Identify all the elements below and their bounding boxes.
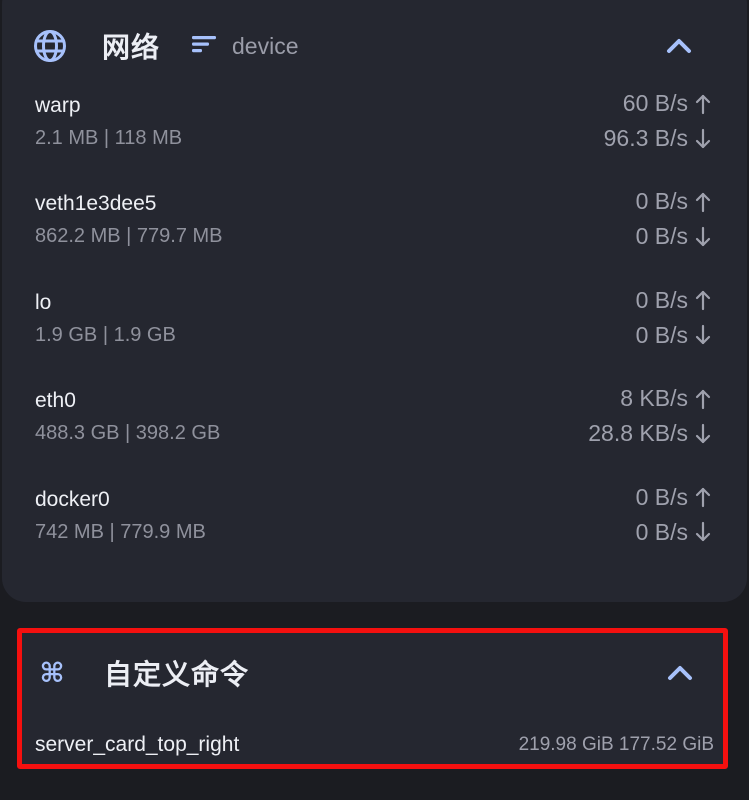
interface-name: docker0	[35, 487, 110, 511]
arrow-down-icon	[695, 226, 711, 246]
interface-row: eth0 488.3 GB | 398.2 GB 8 KB/s 28.8 KB/…	[35, 385, 712, 483]
download-speed: 0 B/s	[636, 322, 712, 349]
custom-command-card: ⌘ 自定义命令 server_card_top_right 219.98 GiB…	[17, 628, 728, 769]
arrow-down-icon	[695, 128, 711, 148]
interface-row: lo 1.9 GB | 1.9 GB 0 B/s 0 B/s	[35, 287, 712, 385]
upload-speed-value: 0 B/s	[635, 188, 688, 215]
arrow-down-icon	[695, 521, 711, 542]
interface-name: warp	[35, 94, 81, 117]
upload-speed-value: 60 B/s	[622, 90, 688, 116]
chevron-up-icon	[668, 666, 692, 680]
upload-speed: 0 B/s	[636, 484, 712, 511]
download-speed-value: 28.8 KB/s	[588, 420, 688, 447]
upload-speed-value: 8 KB/s	[620, 385, 688, 412]
interface-name: lo	[35, 290, 52, 314]
interface-total: 1.9 GB | 1.9 GB	[35, 323, 176, 346]
network-card-header[interactable]: 网络 device	[2, 16, 747, 76]
custom-command-collapse-button[interactable]	[662, 655, 698, 691]
server-detail-page: 网络 device warp 2.1 MB | 118 MB 60 B/s 96…	[0, 0, 749, 800]
sort-icon	[190, 33, 218, 60]
upload-speed-value: 0 B/s	[635, 286, 688, 313]
sort-label: device	[232, 32, 299, 59]
interface-total: 488.3 GB | 398.2 GB	[35, 422, 221, 445]
upload-speed: 0 B/s	[636, 287, 712, 314]
interface-total: 2.1 MB | 118 MB	[35, 127, 183, 149]
upload-speed-value: 0 B/s	[635, 483, 688, 510]
download-speed: 28.8 KB/s	[588, 420, 712, 447]
network-title: 网络	[102, 31, 161, 64]
globe-icon	[32, 28, 68, 64]
sort-button[interactable]: device	[190, 33, 298, 60]
download-speed-value: 0 B/s	[635, 223, 688, 250]
custom-command-header[interactable]: ⌘ 自定义命令	[22, 643, 723, 703]
command-key-icon: ⌘	[39, 657, 65, 689]
download-speed-value: 0 B/s	[635, 321, 688, 348]
download-speed: 0 B/s	[636, 223, 712, 250]
arrow-up-icon	[695, 94, 711, 114]
custom-command-title: 自定义命令	[104, 658, 250, 691]
custom-command-value: 219.98 GiB 177.52 GiB	[518, 734, 714, 755]
interface-row: warp 2.1 MB | 118 MB 60 B/s 96.3 B/s	[35, 90, 712, 188]
network-card: 网络 device warp 2.1 MB | 118 MB 60 B/s 96…	[2, 0, 747, 602]
interface-name: veth1e3dee5	[35, 192, 157, 216]
download-speed-value: 0 B/s	[635, 518, 688, 545]
interface-row: veth1e3dee5 862.2 MB | 779.7 MB 0 B/s 0 …	[35, 188, 712, 286]
arrow-up-icon	[695, 291, 711, 311]
interface-row: docker0 742 MB | 779.9 MB 0 B/s 0 B/s	[35, 484, 712, 582]
arrow-down-icon	[695, 325, 711, 345]
upload-speed: 60 B/s	[623, 90, 712, 117]
upload-speed: 0 B/s	[636, 188, 712, 215]
download-speed: 0 B/s	[636, 519, 712, 546]
custom-command-name: server_card_top_right	[35, 733, 240, 756]
chevron-up-icon	[667, 39, 691, 53]
arrow-up-icon	[695, 192, 711, 212]
arrow-up-icon	[695, 487, 711, 508]
network-collapse-button[interactable]	[661, 28, 697, 64]
arrow-up-icon	[695, 389, 711, 409]
interface-name: eth0	[35, 389, 76, 413]
interface-total: 862.2 MB | 779.7 MB	[35, 225, 223, 248]
interface-total: 742 MB | 779.9 MB	[35, 520, 206, 543]
upload-speed: 8 KB/s	[620, 385, 712, 412]
interface-list: warp 2.1 MB | 118 MB 60 B/s 96.3 B/s vet…	[35, 90, 712, 582]
download-speed: 96.3 B/s	[604, 125, 712, 152]
download-speed-value: 96.3 B/s	[603, 125, 688, 151]
arrow-down-icon	[695, 423, 711, 443]
